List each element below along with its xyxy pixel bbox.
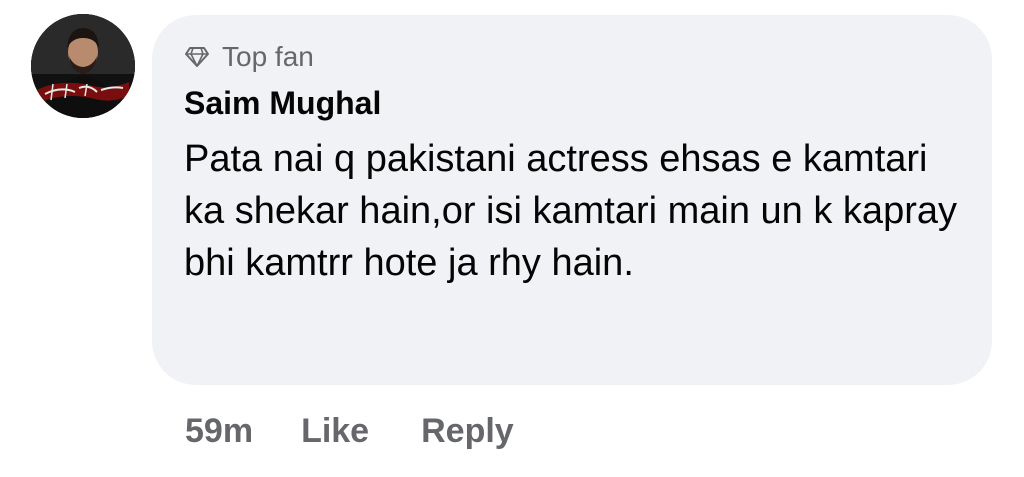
reply-button[interactable]: Reply bbox=[421, 412, 514, 451]
avatar[interactable] bbox=[31, 14, 135, 118]
author-name[interactable]: Saim Mughal bbox=[184, 83, 962, 123]
avatar-image bbox=[31, 14, 135, 118]
comment: Top fan Saim Mughal Pata nai q pakistani… bbox=[0, 0, 1024, 477]
timestamp[interactable]: 59m bbox=[185, 412, 253, 451]
badge-label: Top fan bbox=[222, 41, 314, 72]
diamond-icon bbox=[184, 46, 210, 68]
comment-actions: 59m Like Reply bbox=[185, 405, 514, 457]
top-fan-badge: Top fan bbox=[184, 39, 962, 75]
comment-text: Pata nai q pakistani actress ehsas e kam… bbox=[184, 138, 957, 284]
comment-bubble: Top fan Saim Mughal Pata nai q pakistani… bbox=[152, 15, 992, 385]
like-button[interactable]: Like bbox=[301, 412, 369, 451]
